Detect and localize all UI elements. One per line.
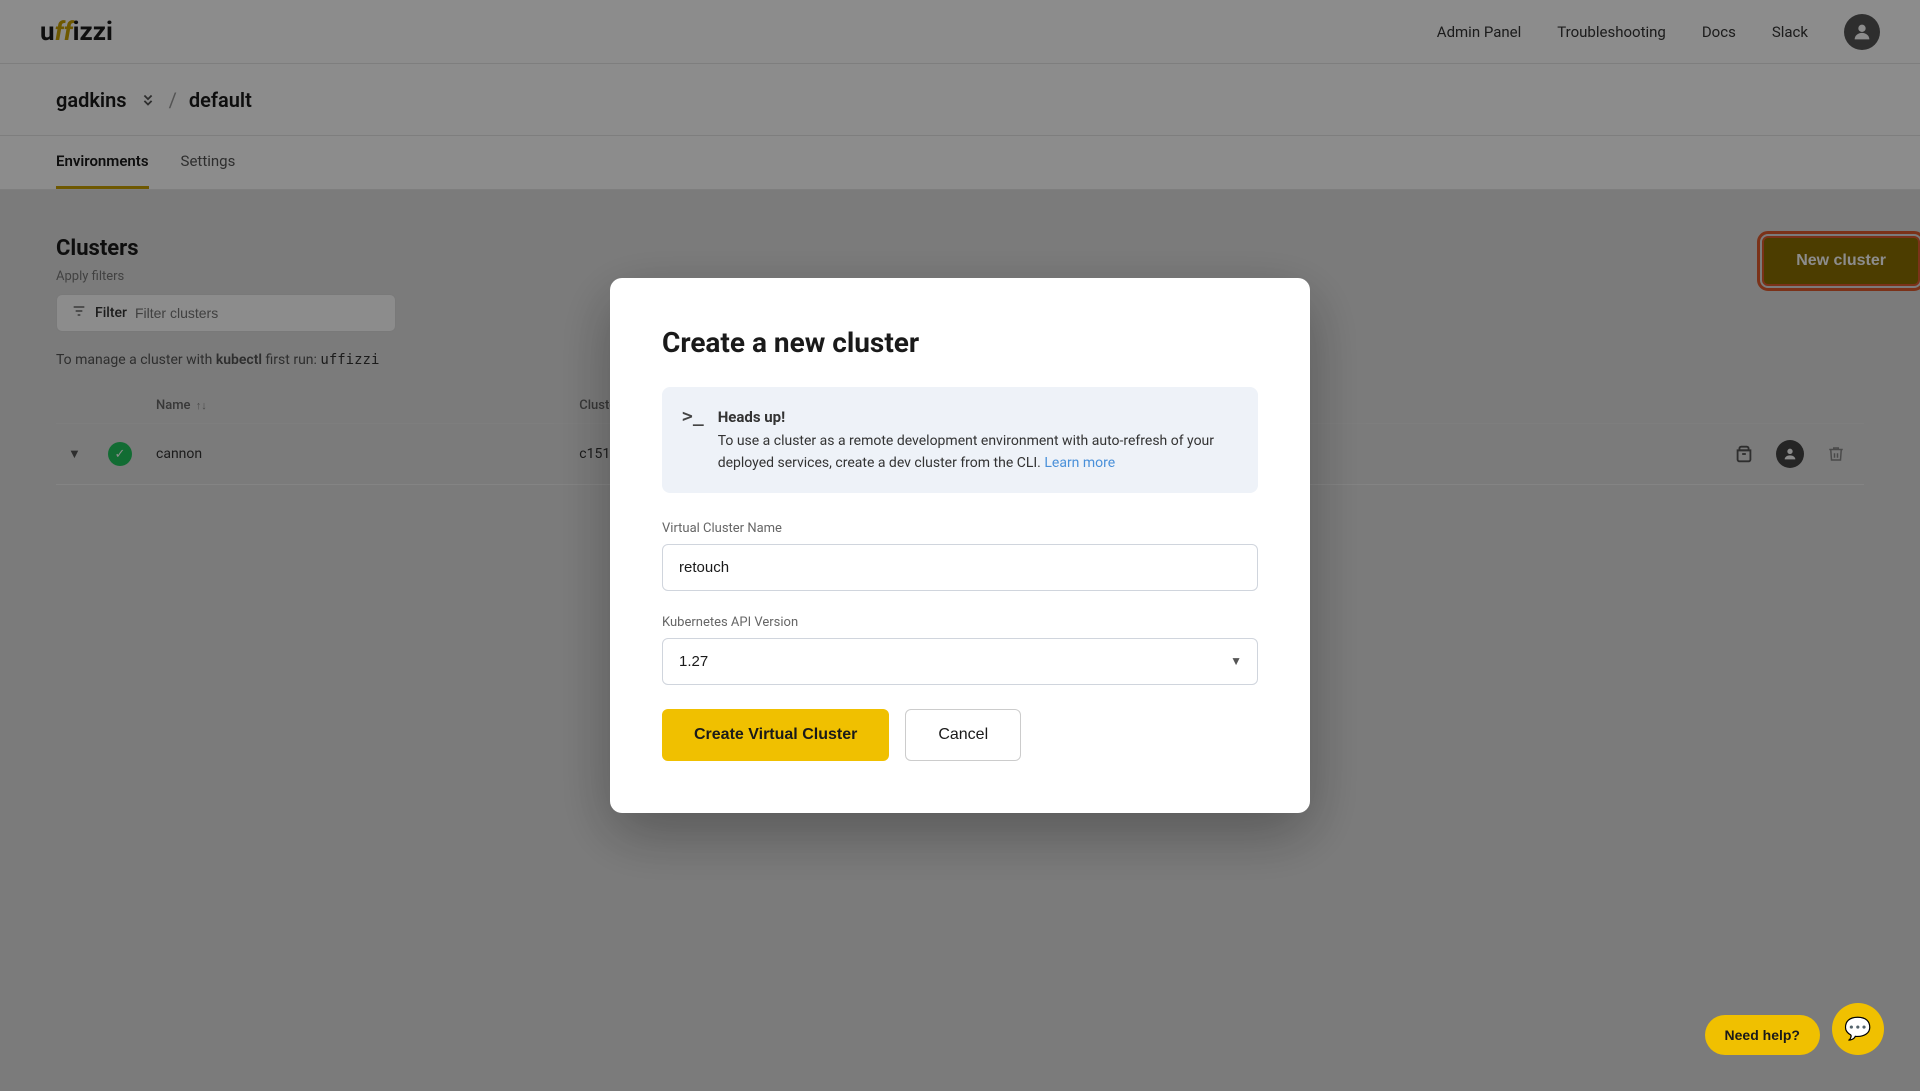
k8s-version-select[interactable]: 1.27 1.26 1.25	[662, 638, 1258, 685]
info-title: Heads up!	[718, 408, 786, 426]
chat-button[interactable]: 💬	[1832, 1003, 1884, 1055]
cancel-button[interactable]: Cancel	[905, 709, 1021, 761]
create-virtual-cluster-button[interactable]: Create Virtual Cluster	[662, 709, 889, 761]
modal-title: Create a new cluster	[662, 326, 1258, 359]
info-body: To use a cluster as a remote development…	[718, 433, 1214, 471]
cluster-name-label: Virtual Cluster Name	[662, 521, 1258, 536]
need-help-button[interactable]: Need help?	[1705, 1015, 1820, 1055]
modal-actions: Create Virtual Cluster Cancel	[662, 709, 1258, 761]
learn-more-link[interactable]: Learn more	[1044, 455, 1115, 471]
need-help-label: Need help?	[1725, 1027, 1800, 1043]
cluster-name-input[interactable]	[662, 544, 1258, 591]
k8s-version-label: Kubernetes API Version	[662, 615, 1258, 630]
create-cluster-modal: Create a new cluster >_ Heads up! To use…	[610, 278, 1310, 812]
terminal-icon: >_	[682, 406, 704, 474]
chat-icon: 💬	[1844, 1016, 1871, 1042]
k8s-version-group: Kubernetes API Version 1.27 1.26 1.25 ▼	[662, 615, 1258, 685]
k8s-version-select-wrapper: 1.27 1.26 1.25 ▼	[662, 638, 1258, 685]
info-box-content: Heads up! To use a cluster as a remote d…	[718, 405, 1238, 474]
cluster-name-group: Virtual Cluster Name	[662, 521, 1258, 591]
modal-overlay[interactable]: Create a new cluster >_ Heads up! To use…	[0, 0, 1920, 1091]
info-box: >_ Heads up! To use a cluster as a remot…	[662, 387, 1258, 492]
